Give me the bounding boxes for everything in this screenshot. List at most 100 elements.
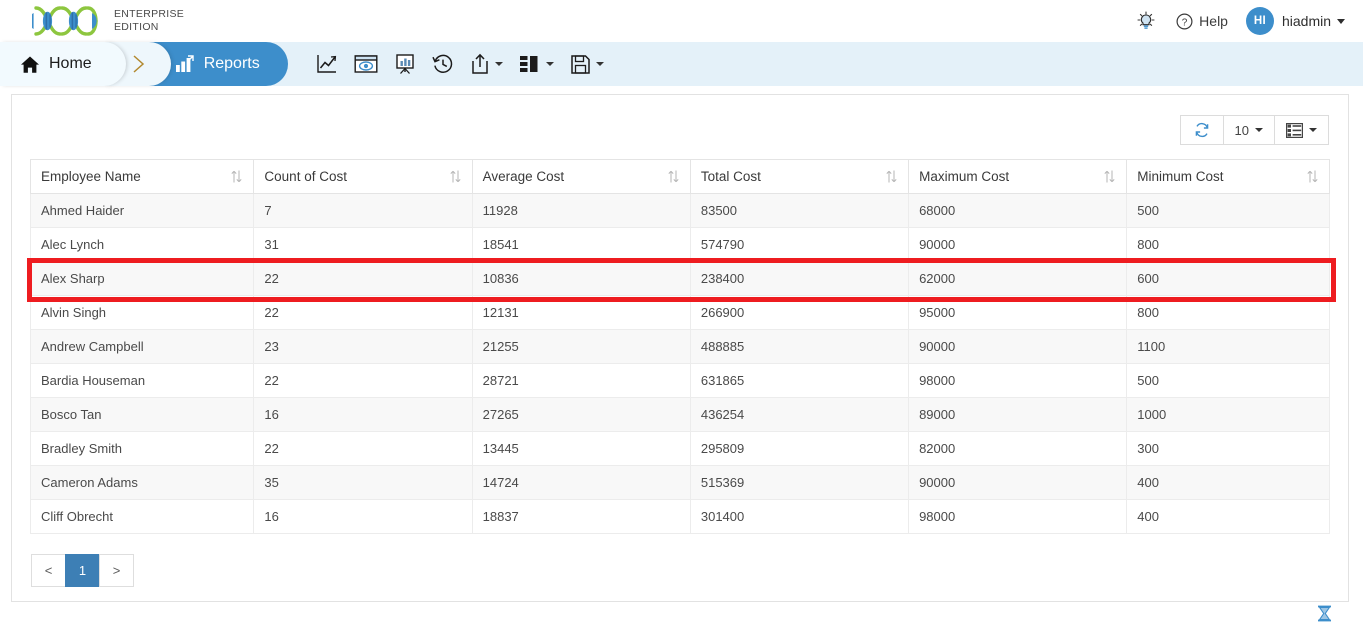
cell-value: 21255 xyxy=(471,329,691,364)
table-row[interactable]: Bardia Houseman 22 28721 631865 98000 500 xyxy=(29,363,1330,398)
cell-value: 90000 xyxy=(908,227,1128,262)
cell-value: 515369 xyxy=(689,465,910,500)
cell-employee-name: Ahmed Haider xyxy=(29,193,255,228)
table-row[interactable]: Andrew Campbell 23 21255 488885 90000 1100 xyxy=(29,329,1330,364)
layout-columns-icon xyxy=(519,56,538,72)
chevron-down-icon xyxy=(1255,128,1263,132)
column-header-employee-name[interactable]: Employee Name xyxy=(29,159,255,194)
table-row[interactable]: Bradley Smith 22 13445 295809 82000 300 xyxy=(29,431,1330,466)
cell-value: 98000 xyxy=(908,499,1128,534)
cell-value: 631865 xyxy=(689,363,910,398)
breadcrumb-item-home[interactable]: Home xyxy=(0,42,126,86)
save-floppy-icon xyxy=(570,54,590,74)
brand-logo-area[interactable]: ENTERPRISE EDITION xyxy=(32,6,184,36)
chevron-down-icon xyxy=(1337,18,1345,24)
cell-value: 436254 xyxy=(689,397,910,432)
cell-value: 83500 xyxy=(689,193,910,228)
table-row[interactable]: Alex Sharp 22 10836 238400 62000 600 xyxy=(29,261,1330,296)
column-header-count-of-cost[interactable]: Count of Cost xyxy=(253,159,473,194)
svg-text:?: ? xyxy=(1182,17,1188,28)
cell-value: 62000 xyxy=(908,261,1128,296)
table-row[interactable]: Bosco Tan 16 27265 436254 89000 1000 xyxy=(29,397,1330,432)
refresh-icon xyxy=(1195,122,1208,138)
cell-value: 488885 xyxy=(689,329,910,364)
column-header-average-cost[interactable]: Average Cost xyxy=(471,159,691,194)
table-row[interactable]: Alvin Singh 22 12131 266900 95000 800 xyxy=(29,295,1330,330)
sort-updown-icon xyxy=(668,170,679,183)
cell-value: 12131 xyxy=(471,295,691,330)
avatar: HI xyxy=(1245,7,1274,35)
history-clock-icon xyxy=(432,54,452,73)
product-name-line1: ENTERPRISE xyxy=(114,8,185,20)
pagination: < 1 > xyxy=(21,534,1339,587)
cell-value: 98000 xyxy=(908,363,1128,398)
presentation-chart-icon xyxy=(396,54,414,74)
help-button[interactable]: ? Help xyxy=(1176,12,1228,30)
user-menu[interactable]: HI hiadmin xyxy=(1245,7,1345,35)
column-header-total-cost[interactable]: Total Cost xyxy=(689,159,910,194)
cell-value: 28721 xyxy=(471,363,691,398)
cell-value: 7 xyxy=(253,193,473,228)
cell-value: 800 xyxy=(1126,227,1330,262)
cell-value: 238400 xyxy=(689,261,910,296)
pagination-prev[interactable]: < xyxy=(31,554,66,587)
chevron-right-icon xyxy=(133,55,144,73)
presentation-button[interactable] xyxy=(388,49,422,79)
line-chart-button[interactable] xyxy=(310,49,344,79)
table-row[interactable]: Cameron Adams 35 14724 515369 90000 400 xyxy=(29,465,1330,500)
sort-updown-icon xyxy=(1104,170,1115,183)
share-export-button[interactable] xyxy=(464,49,509,79)
pagination-next[interactable]: > xyxy=(99,554,134,587)
cell-value: 90000 xyxy=(908,465,1128,500)
loading-indicator xyxy=(1317,605,1332,624)
save-button[interactable] xyxy=(564,50,610,79)
table-row[interactable]: Ahmed Haider 7 11928 83500 68000 500 xyxy=(29,193,1330,228)
pagination-page-1[interactable]: 1 xyxy=(65,554,100,587)
cell-value: 35 xyxy=(253,465,473,500)
cell-employee-name: Alec Lynch xyxy=(29,227,255,262)
share-export-icon xyxy=(471,53,488,74)
page-size-dropdown[interactable]: 10 xyxy=(1222,115,1275,145)
top-header-bar: ENTERPRISE EDITION ? Help HI hiadmin xyxy=(0,0,1363,42)
layout-button[interactable] xyxy=(513,50,560,78)
cell-value: 400 xyxy=(1126,499,1330,534)
table-row[interactable]: Alec Lynch 31 18541 574790 90000 800 xyxy=(29,227,1330,262)
cell-value: 600 xyxy=(1126,261,1330,296)
cell-employee-name: Andrew Campbell xyxy=(29,329,255,364)
report-panel: 10 Employee Name Count of Cost Average C… xyxy=(11,94,1349,622)
refresh-button[interactable] xyxy=(1179,115,1224,145)
cell-value: 18837 xyxy=(471,499,691,534)
breadcrumb-label-reports: Reports xyxy=(203,55,260,72)
breadcrumb: Home Reports xyxy=(0,42,288,86)
line-chart-icon xyxy=(317,55,336,73)
data-grid-wrapper: Employee Name Count of Cost Average Cost To… xyxy=(21,159,1339,534)
column-header-minimum-cost[interactable]: Minimum Cost xyxy=(1126,159,1330,194)
chevron-down-icon xyxy=(494,62,503,66)
preview-button[interactable] xyxy=(348,49,384,79)
cell-value: 400 xyxy=(1126,465,1330,500)
navigation-bar: Home Reports xyxy=(0,42,1363,86)
user-name: hiadmin xyxy=(1281,13,1331,29)
cell-value: 22 xyxy=(253,295,473,330)
cell-employee-name: Bosco Tan xyxy=(29,397,255,432)
column-header-maximum-cost[interactable]: Maximum Cost xyxy=(908,159,1128,194)
cell-employee-name: Bardia Houseman xyxy=(29,363,255,398)
tips-button[interactable] xyxy=(1134,9,1158,33)
cell-value: 11928 xyxy=(471,193,691,228)
cell-employee-name: Alvin Singh xyxy=(29,295,255,330)
product-name: ENTERPRISE EDITION xyxy=(114,8,184,34)
cell-value: 14724 xyxy=(471,465,691,500)
page-size-value: 10 xyxy=(1234,122,1249,138)
column-header-label: Average Cost xyxy=(482,169,565,184)
cell-employee-name: Cameron Adams xyxy=(29,465,255,500)
cell-value: 10836 xyxy=(471,261,691,296)
table-row[interactable]: Cliff Obrecht 16 18837 301400 98000 400 xyxy=(29,499,1330,534)
history-button[interactable] xyxy=(426,49,460,79)
breadcrumb-label-home: Home xyxy=(49,55,92,72)
cell-value: 22 xyxy=(253,261,473,296)
column-chooser-dropdown[interactable] xyxy=(1274,115,1329,145)
cell-value: 31 xyxy=(253,227,473,262)
cell-employee-name: Cliff Obrecht xyxy=(29,499,255,534)
cell-value: 89000 xyxy=(908,397,1128,432)
cell-value: 266900 xyxy=(689,295,910,330)
